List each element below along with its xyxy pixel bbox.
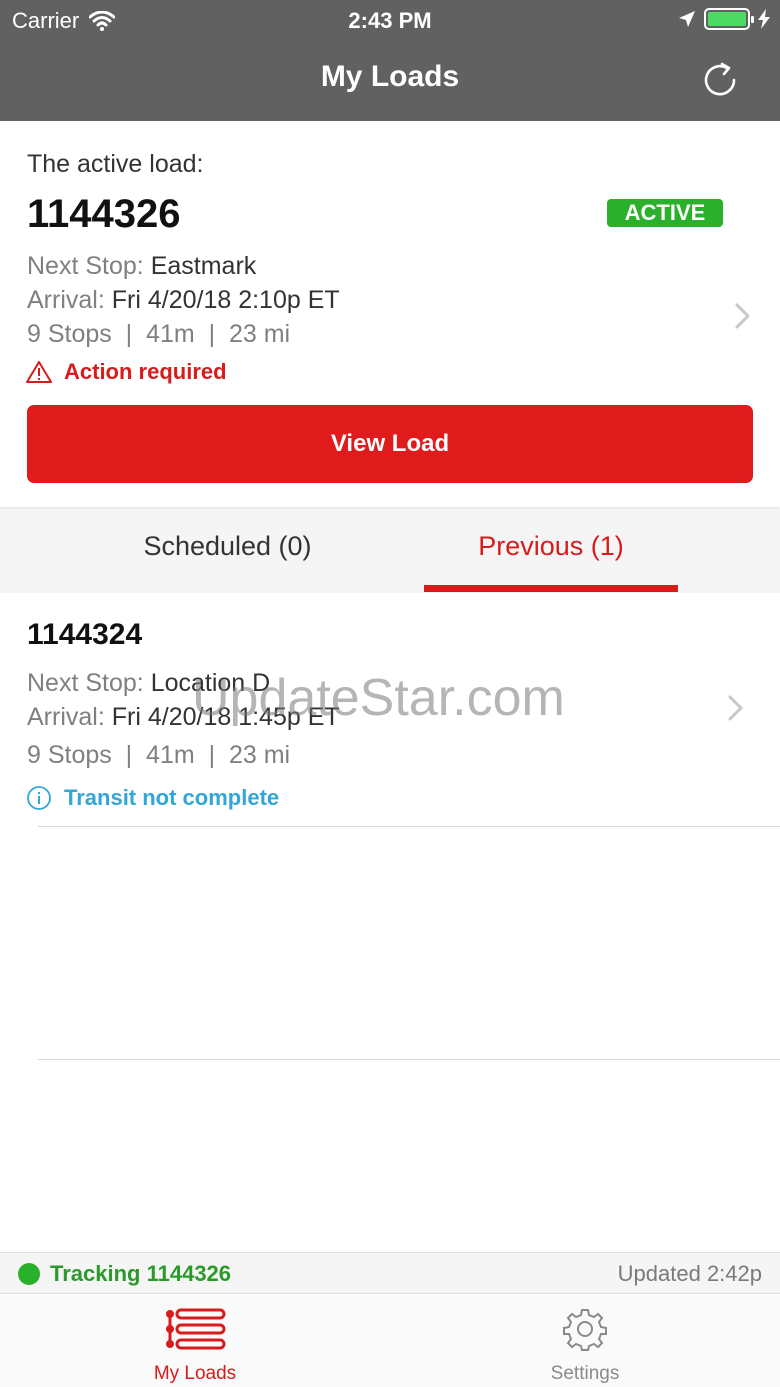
tab-settings-label: Settings [550, 1363, 620, 1384]
next-stop-label: Next Stop: [27, 669, 144, 697]
active-load-label: The active load: [27, 150, 204, 178]
status-icons [678, 8, 770, 30]
tab-my-loads[interactable]: My Loads [0, 1295, 390, 1387]
arrival-row: Arrival: Fri 4/20/18 1:45p ET [27, 703, 340, 732]
next-stop-row: Next Stop: Eastmark [27, 252, 256, 281]
chevron-right-icon[interactable] [733, 301, 753, 331]
arrival-label: Arrival: [27, 286, 105, 314]
next-stop-row: Next Stop: Location D [27, 669, 270, 698]
location-arrow-icon [679, 11, 695, 27]
next-stop-value: Eastmark [150, 252, 257, 280]
tracking-label: Tracking 1144326 [50, 1261, 232, 1286]
arrival-value: Fri 4/20/18 1:45p ET [111, 703, 340, 731]
status-bar: Carrier 2:43 PM [0, 0, 780, 40]
list-item[interactable]: 1144324 Next Stop: Location D Arrival: F… [0, 593, 780, 826]
action-required-text: Action required [64, 359, 227, 384]
active-load-card[interactable]: The active load: 1144326 ACTIVE Next Sto… [0, 121, 780, 507]
app-header: Carrier 2:43 PM My Loads [0, 0, 780, 121]
updated-time: Updated 2:42p [617, 1261, 762, 1286]
active-tab-indicator [424, 585, 678, 592]
page-title: My Loads [320, 60, 460, 93]
tab-settings[interactable]: Settings [390, 1295, 780, 1387]
tab-my-loads-label: My Loads [153, 1363, 237, 1384]
load-id: 1144324 [27, 618, 143, 651]
gear-icon [563, 1309, 607, 1351]
load-tabs: Scheduled (0) Previous (1) [0, 509, 780, 593]
list-divider [38, 1059, 780, 1060]
active-load-id: 1144326 [27, 192, 181, 236]
next-stop-label: Next Stop: [27, 252, 144, 280]
tracking-status-dot [18, 1263, 40, 1285]
transit-info: Transit not complete [26, 785, 279, 811]
chevron-right-icon[interactable] [726, 693, 746, 723]
warning-icon [26, 361, 52, 383]
load-summary: 9 Stops | 41m | 23 mi [27, 320, 291, 348]
transit-info-text: Transit not complete [64, 785, 280, 810]
list-divider [38, 826, 780, 827]
status-badge: ACTIVE [607, 199, 723, 227]
clock: 2:43 PM [348, 8, 432, 33]
info-icon [27, 786, 51, 810]
battery-icon [704, 8, 754, 30]
arrival-label: Arrival: [27, 703, 105, 731]
view-load-button[interactable]: View Load [27, 405, 753, 483]
arrival-row: Arrival: Fri 4/20/18 2:10p ET [27, 286, 340, 315]
action-required-alert: Action required [26, 359, 227, 385]
charging-bolt-icon [758, 9, 770, 29]
next-stop-value: Location D [150, 669, 271, 697]
tracking-bar: Tracking 1144326 Updated 2:42p [0, 1252, 780, 1294]
refresh-icon[interactable] [700, 60, 740, 100]
load-summary: 9 Stops | 41m | 23 mi [27, 741, 291, 769]
bottom-tab-bar: My Loads Settings [0, 1295, 780, 1387]
tab-previous[interactable]: Previous (1) [424, 509, 678, 593]
list-icon [166, 1308, 226, 1350]
tab-scheduled[interactable]: Scheduled (0) [0, 509, 455, 593]
arrival-value: Fri 4/20/18 2:10p ET [111, 286, 340, 314]
